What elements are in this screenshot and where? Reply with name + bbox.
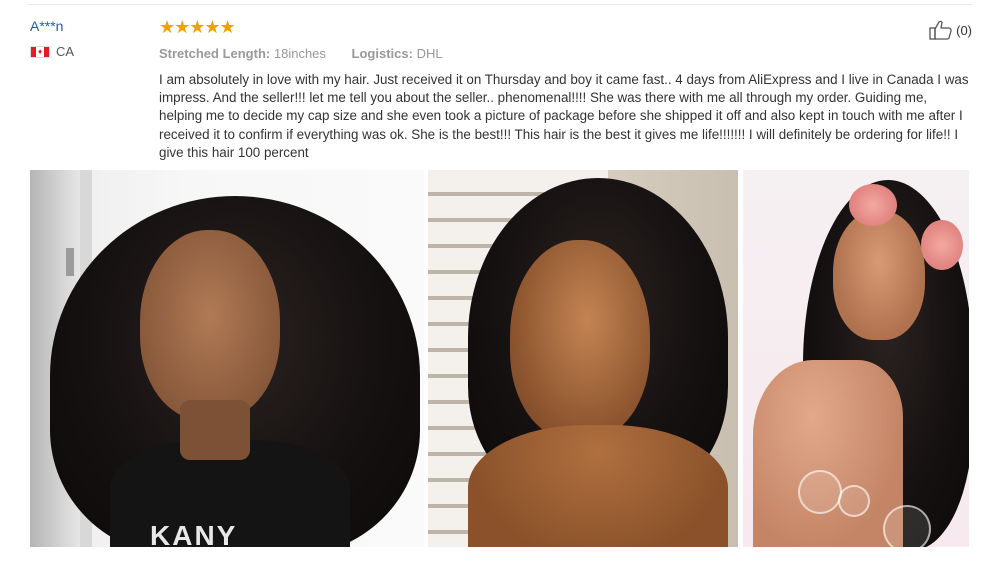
helpful-count: (0) bbox=[956, 22, 972, 38]
review-body: ★★★★★ Stretched Length: 18inches Logisti… bbox=[159, 18, 971, 162]
helpful-button[interactable]: (0) bbox=[929, 20, 972, 40]
length-value: 18inches bbox=[273, 46, 326, 61]
reviewer-info: A***n ♦ CA bbox=[30, 18, 74, 59]
review-photo-1[interactable]: KANY bbox=[30, 170, 424, 547]
shoulders bbox=[753, 360, 903, 547]
star-rating: ★★★★★ bbox=[159, 17, 236, 37]
bubble bbox=[883, 505, 931, 547]
bubble bbox=[838, 485, 870, 517]
face bbox=[833, 210, 925, 340]
bear-ear-right bbox=[921, 220, 963, 270]
review-photo-3[interactable] bbox=[743, 170, 969, 547]
bubble bbox=[798, 470, 842, 514]
review-text: I am absolutely in love with my hair. Ju… bbox=[159, 72, 969, 160]
face bbox=[140, 230, 280, 420]
review-photo-2[interactable] bbox=[428, 170, 738, 547]
logistics-label: Logistics: bbox=[351, 46, 413, 61]
shoulders bbox=[468, 425, 728, 547]
shirt-text: KANY bbox=[150, 520, 238, 547]
neck bbox=[180, 400, 250, 460]
review-meta: Stretched Length: 18inches Logistics: DH… bbox=[159, 46, 971, 61]
reviewer-country: ♦ CA bbox=[30, 44, 74, 59]
length-label: Stretched Length: bbox=[159, 46, 271, 61]
thumbs-up-icon bbox=[929, 20, 952, 40]
reviewer-name: A***n bbox=[30, 18, 64, 34]
top-divider bbox=[28, 4, 972, 5]
face bbox=[510, 240, 650, 440]
door-hinge bbox=[66, 248, 74, 276]
canada-flag-icon: ♦ bbox=[30, 45, 50, 58]
bear-ear-left bbox=[849, 184, 897, 226]
logistics-value: DHL bbox=[416, 46, 443, 61]
country-code: CA bbox=[56, 44, 75, 59]
